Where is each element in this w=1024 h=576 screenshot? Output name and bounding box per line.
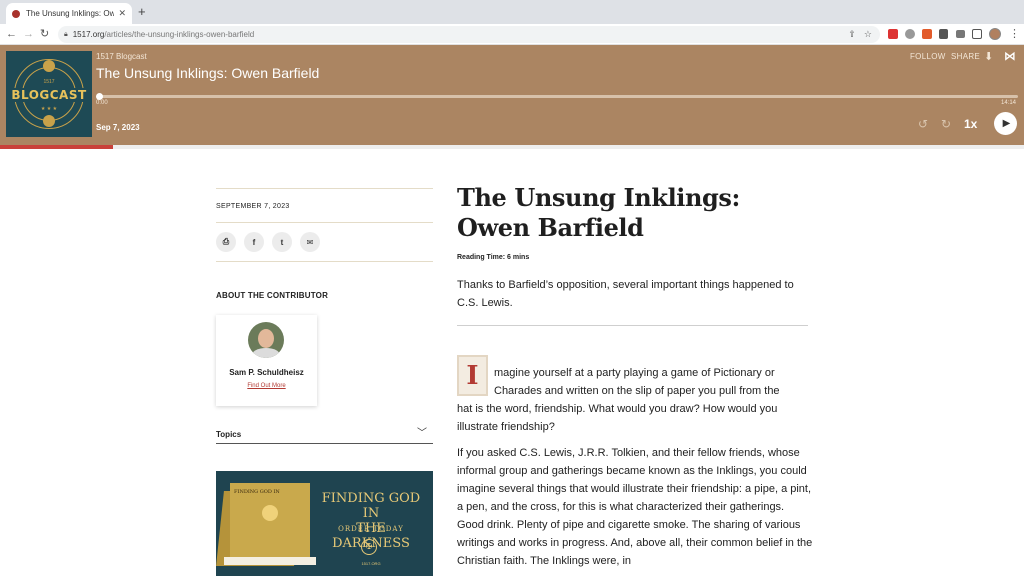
contributor-card[interactable]: Sam P. Schuldheisz Find Out More bbox=[216, 315, 317, 406]
about-contributor-heading: ABOUT THE CONTRIBUTOR bbox=[216, 291, 329, 300]
share-page-icon[interactable]: ⇪ bbox=[848, 29, 856, 40]
tab-title: The Unsung Inklings: Owen Ba bbox=[26, 9, 115, 18]
share-button[interactable]: SHARE bbox=[951, 52, 980, 61]
reading-list-icon[interactable] bbox=[956, 30, 965, 38]
player-brand-icon[interactable]: ⋈ bbox=[1004, 49, 1016, 63]
back-arrow-icon[interactable]: ← bbox=[6, 27, 17, 41]
rewind-icon[interactable]: ↺ bbox=[918, 117, 928, 131]
play-icon: ▶ bbox=[1002, 118, 1011, 129]
paragraph-line: hat is the word, friendship. What would … bbox=[457, 403, 778, 415]
extension-red-icon[interactable] bbox=[888, 29, 898, 39]
extensions-puzzle-icon[interactable] bbox=[939, 29, 948, 39]
chevron-down-icon: ﹀ bbox=[417, 428, 427, 439]
elapsed-time: 0:00 bbox=[96, 100, 108, 106]
divider bbox=[457, 325, 808, 326]
promo-url: 1517.ORG bbox=[361, 561, 381, 566]
profile-avatar[interactable] bbox=[989, 28, 1001, 40]
follow-button[interactable]: FOLLOW bbox=[910, 52, 946, 61]
close-tab-icon[interactable]: ✕ bbox=[118, 8, 126, 19]
contributor-avatar[interactable] bbox=[248, 322, 284, 358]
blogcast-artwork: 1517 BLOGCAST ★ ★ ★ bbox=[6, 51, 92, 137]
promo-order-today: ORDER TODAY bbox=[338, 525, 404, 533]
find-out-more-link[interactable]: Find Out More bbox=[216, 383, 317, 389]
play-button[interactable]: ▶ bbox=[994, 112, 1017, 135]
article-paragraph: If you asked C.S. Lewis, J.R.R. Tolkien,… bbox=[457, 447, 813, 567]
site-favicon-icon bbox=[12, 9, 20, 18]
forward-arrow-icon[interactable]: → bbox=[23, 27, 34, 41]
episode-date: Sep 7, 2023 bbox=[96, 123, 140, 132]
reading-progress-fill bbox=[0, 145, 113, 149]
podcast-player: 1517 BLOGCAST ★ ★ ★ 1517 Blogcast The Un… bbox=[0, 45, 1024, 145]
url-domain: 1517.org bbox=[72, 30, 105, 39]
browser-tab-bar: The Unsung Inklings: Owen Ba ✕ + bbox=[0, 0, 1024, 24]
article-sidebar: SEPTEMBER 7, 2023 ⎙ f t ✉ bbox=[216, 188, 433, 262]
total-time: 14:14 bbox=[1001, 100, 1017, 106]
playback-speed-button[interactable]: 1x bbox=[964, 117, 977, 131]
browser-tab[interactable]: The Unsung Inklings: Owen Ba ✕ bbox=[6, 3, 132, 24]
topics-label: Topics bbox=[216, 430, 242, 439]
paragraph-line: Charades and written on the slip of pape… bbox=[494, 385, 780, 397]
paragraph-line: illustrate friendship? bbox=[457, 421, 555, 433]
bookmark-star-icon[interactable]: ☆ bbox=[864, 29, 872, 40]
audio-progress-handle[interactable] bbox=[96, 93, 103, 100]
facebook-icon[interactable]: f bbox=[244, 232, 264, 252]
url-path: /articles/the-unsung-inklings-owen-barfi… bbox=[104, 30, 255, 39]
paragraph-line: magine yourself at a party playing a gam… bbox=[494, 367, 775, 379]
episode-title: The Unsung Inklings: Owen Barfield bbox=[96, 65, 320, 81]
1517-logo-icon: ✠ bbox=[361, 539, 377, 555]
article-date: SEPTEMBER 7, 2023 bbox=[216, 203, 290, 210]
url-input[interactable]: 🔒︎ 1517.org/articles/the-unsung-inklings… bbox=[58, 26, 880, 43]
email-icon[interactable]: ✉ bbox=[300, 232, 320, 252]
book-promo-banner[interactable]: FINDING GOD IN FINDING GOD IN THE DARKNES… bbox=[216, 471, 433, 576]
contributor-name[interactable]: Sam P. Schuldheisz bbox=[216, 368, 317, 377]
reload-icon[interactable]: ↻ bbox=[40, 27, 49, 41]
download-icon[interactable]: ⬇ bbox=[984, 50, 993, 63]
share-buttons: ⎙ f t ✉ bbox=[216, 223, 433, 261]
drop-cap: I bbox=[457, 355, 488, 396]
reading-progress-bar bbox=[0, 145, 1024, 149]
show-name[interactable]: 1517 Blogcast bbox=[96, 52, 147, 61]
browser-menu-icon[interactable]: ⋮ bbox=[1009, 27, 1020, 40]
topics-dropdown[interactable]: Topics ﹀ bbox=[216, 424, 433, 444]
lock-icon: 🔒︎ bbox=[64, 30, 68, 38]
article-lede: Thanks to Barfield’s opposition, several… bbox=[457, 279, 794, 309]
side-panel-icon[interactable] bbox=[972, 29, 982, 39]
article-title: The Unsung Inklings: Owen Barfield bbox=[457, 183, 741, 242]
new-tab-icon[interactable]: + bbox=[138, 5, 146, 19]
address-bar-row: ← → ↻ 🔒︎ 1517.org/articles/the-unsung-in… bbox=[0, 24, 1024, 45]
fast-forward-icon[interactable]: ↻ bbox=[941, 117, 951, 131]
print-icon[interactable]: ⎙ bbox=[216, 232, 236, 252]
reading-time: Reading Time: 6 mins bbox=[457, 254, 530, 261]
audio-progress-track[interactable] bbox=[98, 95, 1018, 98]
extension-gray-icon[interactable] bbox=[905, 29, 915, 39]
extension-orange-icon[interactable] bbox=[922, 29, 932, 39]
twitter-icon[interactable]: t bbox=[272, 232, 292, 252]
